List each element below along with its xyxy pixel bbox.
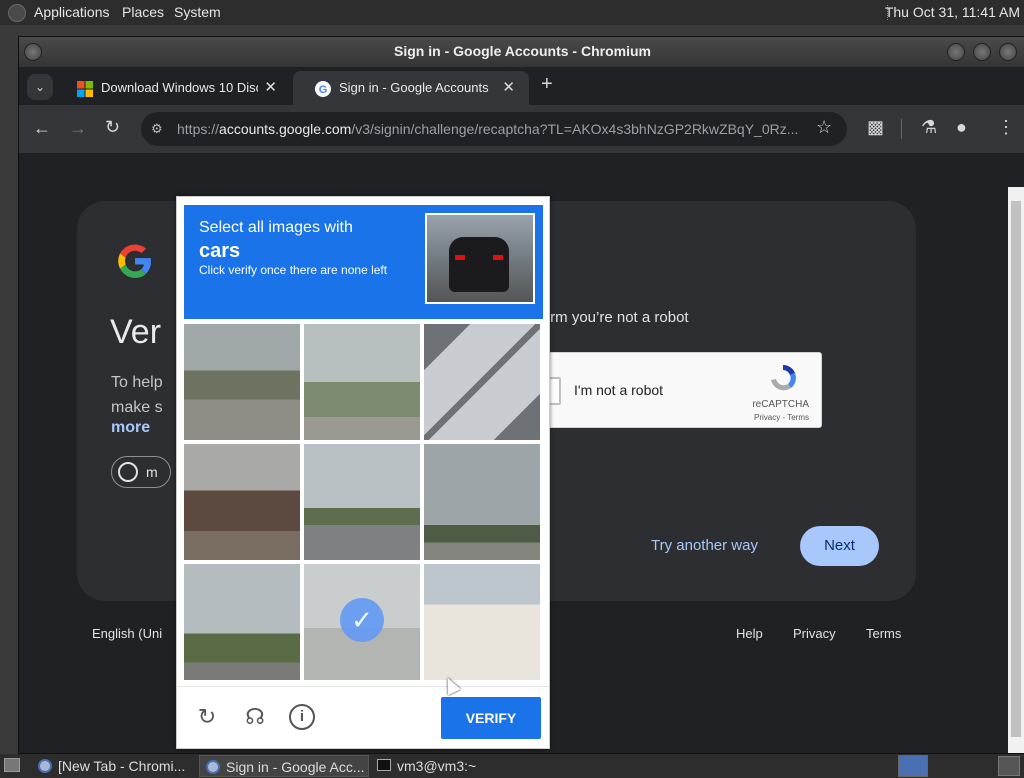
tab-search-chevron-icon[interactable]: ⌄ [27,74,53,100]
try-another-way-button[interactable]: Try another way [651,537,758,554]
svg-text:G: G [319,84,328,96]
footer-terms-link[interactable]: Terms [866,626,901,641]
tab-strip: ⌄ Download Windows 10 Disc ✕ G Sign in -… [19,67,1024,105]
footer-privacy-link[interactable]: Privacy [793,626,836,641]
window-title: Sign in - Google Accounts - Chromium [394,43,651,59]
clock[interactable]: Thu Oct 31, 11:41 AM [885,4,1020,20]
google-icon: G [315,81,331,97]
taskbar-item-new-tab[interactable]: [New Tab - Chromi... [32,755,194,777]
captcha-header: Select all images with cars Click verify… [184,205,543,319]
footer-help-link[interactable]: Help [736,626,763,641]
recaptcha-widget: I'm not a robot reCAPTCHA Privacy - Term… [530,352,822,428]
tab-label: Sign in - Google Accounts [339,80,489,95]
reload-challenge-icon[interactable]: ↻ [194,704,220,730]
bookmark-star-icon[interactable]: ☆ [816,117,832,138]
menu-system[interactable]: System [174,4,221,20]
account-circle-icon [118,462,138,482]
address-bar[interactable]: ⚙ https://accounts.google.com/v3/signin/… [141,112,847,146]
google-logo-icon [118,244,151,278]
minimize-button[interactable] [947,43,965,61]
forward-arrow-icon[interactable]: → [69,118,87,139]
captcha-tile-6[interactable] [424,444,540,560]
audio-challenge-icon[interactable]: ☊ [242,704,268,730]
profile-avatar-icon[interactable]: ● [956,117,967,138]
recaptcha-checkbox-label: I'm not a robot [574,382,664,398]
info-icon[interactable]: i [289,704,315,730]
tail-light [455,255,465,260]
recaptcha-brand: reCAPTCHA [752,399,809,410]
toolbar-divider [901,119,902,139]
close-tab-icon[interactable]: ✕ [502,71,515,105]
taskbar-item-terminal[interactable]: vm3@vm3:~ [371,755,491,777]
language-selector[interactable]: English (Uni [92,626,162,641]
taskbar-label: Sign in - Google Acc... [226,759,365,775]
recaptcha-logo-icon [771,365,796,391]
captcha-tile-8[interactable]: ✓ [304,564,420,680]
tab-download-windows[interactable]: Download Windows 10 Disc ✕ [55,71,291,105]
browser-toolbar: ← → ↻ ⚙ https://accounts.google.com/v3/s… [19,105,1024,153]
learn-more-link[interactable]: more [111,419,150,437]
scrollbar-thumb[interactable] [1011,201,1021,737]
verify-button[interactable]: VERIFY [441,697,541,739]
captcha-tile-1[interactable] [184,324,300,440]
captcha-tile-2[interactable] [304,324,420,440]
captcha-tile-7[interactable] [184,564,300,680]
site-settings-icon[interactable]: ⚙ [151,112,163,146]
tab-label: Download Windows 10 Disc [101,80,263,95]
new-tab-button[interactable]: + [541,73,553,96]
menu-kebab-icon[interactable]: ⋮ [997,117,1015,138]
labs-flask-icon[interactable]: ⚗ [921,117,937,138]
robot-instruction: onfirm you’re not a robot [526,309,689,326]
tile-selected-check-icon: ✓ [340,598,384,642]
taskbar-item-sign-in[interactable]: Sign in - Google Acc... [199,755,369,777]
captcha-target: cars [199,240,241,262]
captcha-prompt: Select all images with [199,219,353,236]
help-text: To help make s [111,370,163,420]
extensions-icon[interactable]: ▩ [867,117,884,138]
captcha-divider [177,686,549,687]
chromium-icon [38,759,52,773]
url-host: accounts.google.com [219,121,352,137]
menu-applications[interactable]: Applications [34,4,110,20]
show-desktop-icon[interactable] [4,758,20,772]
captcha-tile-4[interactable] [184,444,300,560]
chromium-icon [206,760,220,774]
account-email: m [146,464,158,480]
page-scrollbar[interactable] [1008,187,1024,753]
back-arrow-icon[interactable]: ← [33,118,51,139]
captcha-tile-9[interactable] [424,564,540,680]
tail-light [493,255,503,260]
desktop-top-panel: Applications Places System Thu Oct 31, 1… [0,0,1024,25]
page-heading: Ver [110,313,162,351]
close-tab-icon[interactable]: ✕ [258,71,277,105]
help-line-1: To help [111,374,163,391]
recaptcha-privacy-terms[interactable]: Privacy - Terms [754,413,809,422]
taskbar-label: [New Tab - Chromi... [58,758,186,774]
windows-logo-icon [77,81,93,97]
captcha-challenge-popup: Select all images with cars Click verify… [176,196,550,749]
captcha-sample-image [425,213,535,304]
maximize-button[interactable] [973,43,991,61]
distro-logo-icon[interactable] [8,4,26,22]
taskbar-label: vm3@vm3:~ [397,758,477,774]
window-menu-button[interactable] [24,43,42,61]
taskbar: [New Tab - Chromi... Sign in - Google Ac… [0,754,1024,778]
captcha-tile-5[interactable] [304,444,420,560]
help-line-2: make s [111,399,163,416]
workspace-switcher[interactable] [898,755,928,777]
captcha-instruction: Click verify once there are none left [199,263,388,277]
reload-icon[interactable]: ↻ [105,117,120,138]
car-image [449,237,509,292]
url-scheme: https:// [177,121,220,137]
next-button[interactable]: Next [800,526,879,566]
close-window-button[interactable] [999,43,1017,61]
account-chip[interactable]: m [111,456,171,488]
captcha-tile-3[interactable] [424,324,540,440]
trash-icon[interactable] [998,756,1020,776]
terminal-icon [377,759,391,771]
url-path: /v3/signin/challenge/recaptcha?TL=AKOx4s… [351,121,799,137]
menu-places[interactable]: Places [122,4,164,20]
tab-sign-in[interactable]: G Sign in - Google Accounts ✕ [293,71,529,105]
window-titlebar[interactable]: Sign in - Google Accounts - Chromium [19,37,1024,67]
